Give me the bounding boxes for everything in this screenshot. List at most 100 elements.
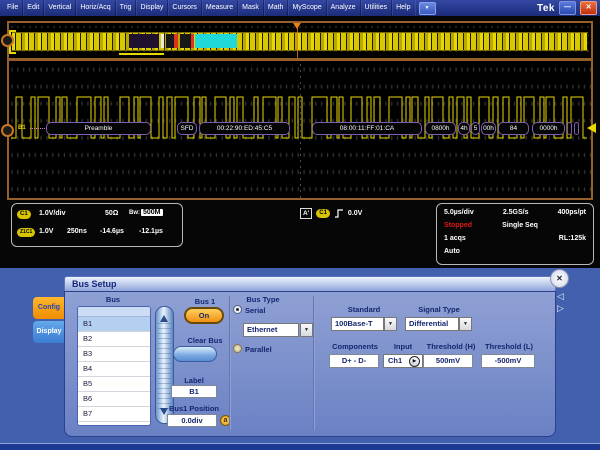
acquisition-count: 1 acqs xyxy=(444,235,466,242)
threshold-l-input[interactable]: -500mV xyxy=(481,354,535,368)
dialog-body: Bus B1 B2 B3 B4 B5 B6 B7 Bus 1 On Clear … xyxy=(64,291,556,437)
ch1-impedance-readout: 50Ω xyxy=(105,210,119,217)
horizontal-scale-readout: 5.0µs/div xyxy=(444,209,474,216)
menu-item-utilities[interactable]: Utilities xyxy=(361,0,393,16)
zoom-scale-readout: 1.0V xyxy=(39,228,54,235)
decode-bus-label: B1 xyxy=(18,125,26,131)
section-divider xyxy=(313,296,315,430)
trigger-mode-readout: Auto xyxy=(444,248,460,255)
label-field-label: Label xyxy=(184,376,204,385)
decode-field-small xyxy=(574,122,579,135)
menu-item-math[interactable]: Math xyxy=(264,0,289,16)
dialog-title: Bus Setup xyxy=(72,279,117,289)
decode-field-00h: 00h xyxy=(481,122,496,135)
minimize-button[interactable]: — xyxy=(559,1,576,15)
bus-list-header xyxy=(78,307,150,317)
bus-label-input[interactable]: B1 xyxy=(171,385,217,398)
zoom-region-indicator[interactable] xyxy=(119,53,164,55)
channel-readout: C1 1.0V/div 50Ω Bw: 500M Z1C1 1.0V 250ns… xyxy=(11,203,183,247)
bus1-on-button[interactable]: On xyxy=(184,307,224,324)
acquisition-mode: Single Seq xyxy=(502,222,538,229)
main-graticule: B1 Preamble SFD 00:22:90:ED:45:C5 08:00:… xyxy=(1,59,596,200)
serial-label: Serial xyxy=(245,306,266,315)
menu-overflow-button[interactable]: ▼ xyxy=(418,1,436,15)
menu-item-measure[interactable]: Measure xyxy=(202,0,239,16)
trigger-readout: A' C1 0.0V xyxy=(300,208,362,219)
decode-block-red xyxy=(174,34,178,48)
bus-list-item-b3[interactable]: B3 xyxy=(78,347,150,362)
zoom1-badge: Z1C1 xyxy=(17,228,36,237)
input-spinner-icon[interactable]: ▶ xyxy=(409,355,420,367)
decode-field-preamble: Preamble xyxy=(46,122,151,135)
horizontal-readout: 5.0µs/div 2.5GS/s 400ps/pt Stopped Singl… xyxy=(436,203,594,265)
menu-item-analyze[interactable]: Analyze xyxy=(327,0,361,16)
threshold-h-input[interactable]: 500mV xyxy=(423,354,473,368)
zoom-time-readout: 250ns xyxy=(67,228,87,235)
bus-setup-panel-region: Bus Setup Config Display ✕ ◁ ▷ Bus B1 B2… xyxy=(0,268,600,450)
bus-decode-row: B1 Preamble SFD 00:22:90:ED:45:C5 08:00:… xyxy=(1,122,596,137)
menu-item-file[interactable]: File xyxy=(3,0,24,16)
tab-display[interactable]: Display xyxy=(33,321,65,343)
trigger-marker-icon[interactable] xyxy=(293,23,301,33)
menu-item-trig[interactable]: Trig xyxy=(116,0,137,16)
menu-item-vertical[interactable]: Vertical xyxy=(44,0,77,16)
overview-graticule: B1 xyxy=(1,21,593,60)
menu-item-myscope[interactable]: MyScope xyxy=(288,0,327,16)
sample-rate-readout: 2.5GS/s xyxy=(502,209,529,216)
bandwidth-value: 500M xyxy=(141,209,163,216)
scroll-up-icon[interactable] xyxy=(160,311,168,322)
clear-bus-label: Clear Bus xyxy=(187,336,223,345)
decode-field-sfd: SFD xyxy=(177,122,197,135)
decode-field-dest-mac: 00:22:90:ED:45:C5 xyxy=(199,122,290,135)
bus1-position-input[interactable]: 0.0div xyxy=(167,414,217,427)
decode-block-black xyxy=(180,34,190,48)
decode-block-red xyxy=(191,34,194,48)
menu-item-edit[interactable]: Edit xyxy=(23,0,45,16)
threshold-l-label: Threshold (L) xyxy=(485,342,533,351)
serial-radio[interactable] xyxy=(233,305,242,314)
decode-block-cyan xyxy=(195,34,237,48)
menu-item-mask[interactable]: Mask xyxy=(238,0,264,16)
bus-list-item-b4[interactable]: B4 xyxy=(78,362,150,377)
zoom-t2-readout: -12.1µs xyxy=(139,228,163,235)
tek-logo: Tek xyxy=(537,2,555,14)
decode-leader-dots xyxy=(30,128,45,129)
prev-page-arrow[interactable]: ◁ xyxy=(557,291,564,301)
decode-more-arrow-icon xyxy=(582,123,596,133)
bus-list-item-b2[interactable]: B2 xyxy=(78,332,150,347)
bus1-label: Bus 1 xyxy=(194,297,216,306)
serial-bus-select-arrow-icon[interactable]: ▼ xyxy=(300,323,313,337)
bus-list-item-b7[interactable]: B7 xyxy=(78,407,150,422)
decode-block-white xyxy=(161,34,164,48)
standard-select-arrow-icon[interactable]: ▼ xyxy=(384,317,397,331)
standard-select[interactable]: 100Base-T xyxy=(331,317,384,331)
dialog-titlebar[interactable]: Bus Setup xyxy=(64,276,556,291)
menu-item-cursors[interactable]: Cursors xyxy=(168,0,202,16)
bus-list-item-b6[interactable]: B6 xyxy=(78,392,150,407)
decode-block-dark xyxy=(129,34,159,48)
menu-item-help[interactable]: Help xyxy=(392,0,414,16)
signal-type-select[interactable]: Differential xyxy=(405,317,459,331)
bus-source-marker-icon xyxy=(1,34,14,47)
components-label: Components xyxy=(332,342,378,351)
decode-field-5: 5 xyxy=(471,122,480,135)
input-channel-select[interactable]: Ch1 ▶ xyxy=(383,354,423,368)
window-close-button[interactable]: ✕ xyxy=(580,1,597,15)
bus-type-label: Bus Type xyxy=(246,295,280,304)
parallel-radio[interactable] xyxy=(233,344,242,353)
menu-item-display[interactable]: Display xyxy=(136,0,169,16)
clear-bus-button[interactable] xyxy=(173,346,217,362)
tab-config[interactable]: Config xyxy=(33,297,65,319)
decode-field-type: 0800h xyxy=(425,122,456,135)
menu-item-horizacq[interactable]: Horiz/Acq xyxy=(76,0,116,16)
next-page-arrow[interactable]: ▷ xyxy=(557,303,564,313)
signal-type-select-arrow-icon[interactable]: ▼ xyxy=(459,317,472,331)
ch1-badge: C1 xyxy=(17,210,31,219)
ch1-scale-readout: 1.0V/div xyxy=(39,210,66,217)
bus-list-item-b1[interactable]: B1 xyxy=(78,317,150,332)
bus-list-item-b5[interactable]: B5 xyxy=(78,377,150,392)
dialog-close-button[interactable]: ✕ xyxy=(550,269,569,288)
decode-field-0000h: 0000h xyxy=(532,122,565,135)
serial-bus-select[interactable]: Ethernet xyxy=(243,323,299,337)
decode-block-black xyxy=(166,34,174,48)
